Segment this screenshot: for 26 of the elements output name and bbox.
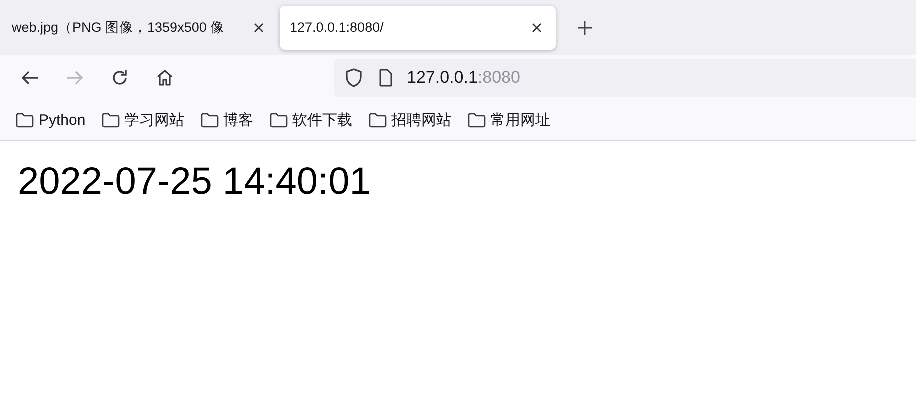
bookmark-item[interactable]: 学习网站 bbox=[102, 110, 185, 130]
bookmark-item[interactable]: 招聘网站 bbox=[368, 110, 452, 130]
page-text: 2022-07-25 14:40:01 bbox=[18, 161, 372, 204]
folder-icon bbox=[368, 112, 387, 128]
page-icon bbox=[379, 68, 393, 86]
url-host: 127.0.0.1 bbox=[407, 68, 478, 86]
browser-tab[interactable]: web.jpg（PNG 图像，1359x500 像 bbox=[4, 6, 272, 50]
folder-icon bbox=[200, 112, 219, 128]
bookmark-item[interactable]: 常用网址 bbox=[468, 110, 551, 130]
new-tab-icon[interactable] bbox=[578, 20, 592, 34]
bookmark-item[interactable]: 博客 bbox=[200, 110, 254, 130]
reload-icon[interactable] bbox=[111, 68, 129, 86]
folder-icon bbox=[270, 112, 288, 128]
bookmark-item[interactable]: Python bbox=[16, 112, 86, 128]
home-icon[interactable] bbox=[156, 68, 174, 86]
bookmark-item[interactable]: 软件下载 bbox=[270, 110, 353, 130]
url-port: :8080 bbox=[478, 68, 520, 86]
close-icon[interactable] bbox=[532, 22, 542, 32]
folder-icon bbox=[16, 112, 34, 128]
address-bar[interactable]: 127.0.0.1:8080 bbox=[334, 58, 916, 96]
browser-tab[interactable]: 127.0.0.1:8080/ bbox=[280, 6, 556, 50]
folder-icon bbox=[102, 112, 120, 128]
folder-icon bbox=[468, 112, 486, 128]
back-icon[interactable] bbox=[21, 70, 39, 86]
shield-icon bbox=[345, 68, 363, 88]
close-icon[interactable] bbox=[254, 22, 264, 32]
